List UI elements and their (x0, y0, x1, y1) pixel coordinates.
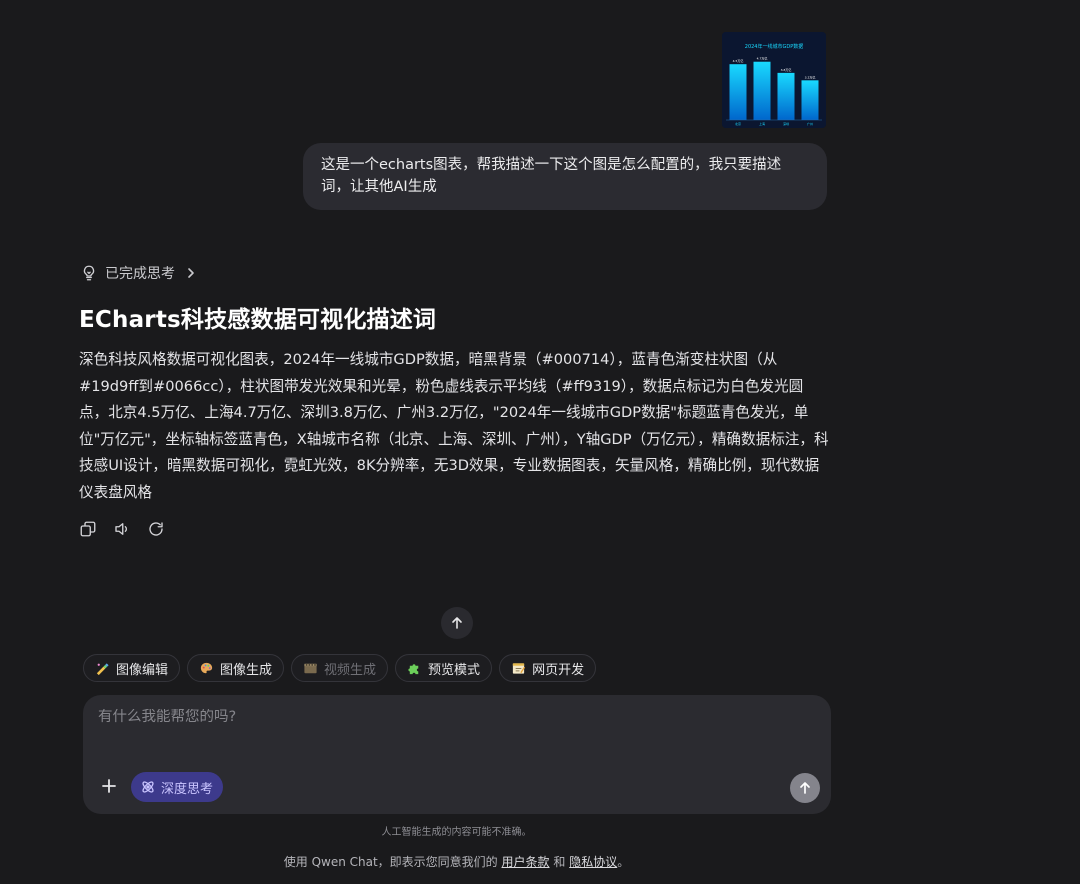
tool-chip-label: 图像编辑 (116, 662, 169, 678)
film-icon (304, 663, 317, 673)
answer-title: ECharts科技感数据可视化描述词 (79, 307, 437, 333)
thinking-label: 已完成思考 (105, 266, 175, 282)
tool-chip-label: 预览模式 (428, 662, 481, 678)
tool-chip-label: 视频生成 (324, 662, 377, 678)
terms-prefix: 使用 Qwen Chat，即表示您同意我们的 (283, 855, 498, 869)
attached-chart-value-label: 3.2万亿 (805, 74, 816, 79)
add-attachment-button[interactable] (98, 775, 120, 797)
tool-chip-label: 网页开发 (532, 662, 585, 678)
terms-and: 和 (553, 855, 566, 869)
atom-icon (142, 781, 154, 793)
scroll-to-bottom-button[interactable] (441, 607, 473, 639)
composer: 深度思考 (83, 695, 831, 814)
thinking-status[interactable]: 已完成思考 (80, 263, 197, 283)
answer-body: 深色科技风格数据可视化图表，2024年一线城市GDP数据，暗黑背景（#00071… (79, 351, 829, 501)
attached-chart-bar (777, 72, 795, 120)
chevron-right-icon (188, 268, 194, 278)
attached-chart-category-label: 深圳 (783, 121, 789, 126)
attached-chart-bar (753, 61, 771, 120)
attached-chart-value-label: 4.5万亿 (733, 58, 744, 63)
chat-page: 2024年一线城市GDP数据 4.5万亿北京 4.7万亿上海 3.8万亿深圳 3.2万… (0, 0, 1080, 884)
attached-chart-svg: 2024年一线城市GDP数据 4.5万亿北京 4.7万亿上海 3.8万亿深圳 3.2万… (722, 32, 826, 128)
regenerate-icon[interactable] (147, 520, 165, 538)
user-terms-link[interactable]: 用户条款 (502, 855, 550, 869)
arrow-up-icon (800, 782, 810, 794)
attached-chart-value-label: 3.8万亿 (781, 67, 792, 72)
tool-chip-image-edit[interactable]: 图像编辑 (83, 654, 181, 682)
lightbulb-icon (83, 265, 95, 281)
speaker-icon[interactable] (113, 520, 131, 538)
attached-chart-category-label: 北京 (735, 121, 741, 126)
user-message-bubble: 这是一个echarts图表，帮我描述一下这个图是怎么配置的，我只要描述词，让其他… (303, 143, 827, 210)
webdev-icon (512, 662, 526, 674)
palette-icon (200, 662, 213, 673)
image-edit-icon (96, 662, 109, 675)
attached-chart-category-label: 广州 (807, 121, 813, 126)
attached-chart-title: 2024年一线城市GDP数据 (745, 43, 803, 50)
tool-chip-video-generate[interactable]: 视频生成 (291, 654, 389, 682)
attached-chart-bar (801, 80, 819, 120)
deep-think-label: 深度思考 (161, 781, 214, 797)
tool-chips: 图像编辑 图像生成 视频生成 预览模式 网页开发 (83, 654, 597, 682)
chat-input[interactable] (98, 709, 798, 725)
ai-disclaimer: 人工智能生成的内容可能不准确。 (381, 827, 532, 838)
privacy-policy-link[interactable]: 隐私协议 (569, 855, 617, 869)
tool-chip-web-dev[interactable]: 网页开发 (499, 654, 597, 682)
tool-chip-image-generate[interactable]: 图像生成 (187, 654, 285, 682)
attached-chart-value-label: 4.7万亿 (757, 56, 768, 61)
attached-chart-category-label: 上海 (759, 121, 765, 126)
tool-chip-label: 图像生成 (220, 662, 273, 678)
message-actions (79, 520, 165, 538)
terms-notice: 使用 Qwen Chat，即表示您同意我们的 用户条款 和 隐私协议。 (0, 853, 913, 870)
deep-think-toggle[interactable]: 深度思考 (131, 772, 224, 802)
arrow-up-icon (452, 617, 462, 629)
tool-chip-preview-mode[interactable]: 预览模式 (395, 654, 493, 682)
terms-suffix: 。 (617, 855, 630, 869)
copy-icon[interactable] (79, 520, 97, 538)
attached-chart-bar (729, 64, 747, 120)
attached-chart-image[interactable]: 2024年一线城市GDP数据 4.5万亿北京 4.7万亿上海 3.8万亿深圳 3.2万… (722, 32, 826, 128)
send-button[interactable] (790, 773, 820, 803)
plus-icon (102, 779, 116, 793)
puzzle-icon (408, 663, 419, 674)
